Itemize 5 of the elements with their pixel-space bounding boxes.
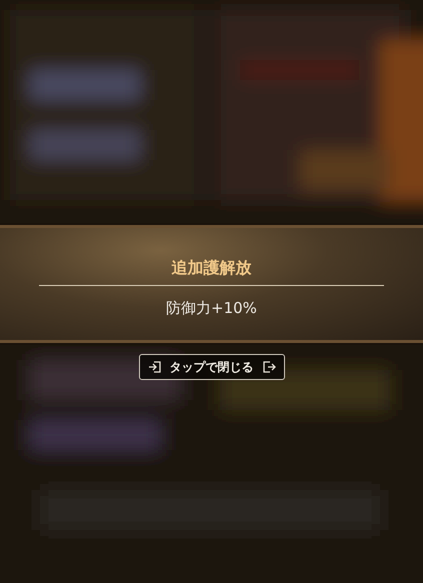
door-icon bbox=[262, 360, 276, 374]
effect-text: 防御力+10% bbox=[165, 298, 258, 318]
close-button[interactable]: タップで閉じる bbox=[138, 354, 284, 380]
popup-title: 追加護解放 bbox=[170, 257, 252, 278]
door-icon bbox=[148, 360, 162, 374]
